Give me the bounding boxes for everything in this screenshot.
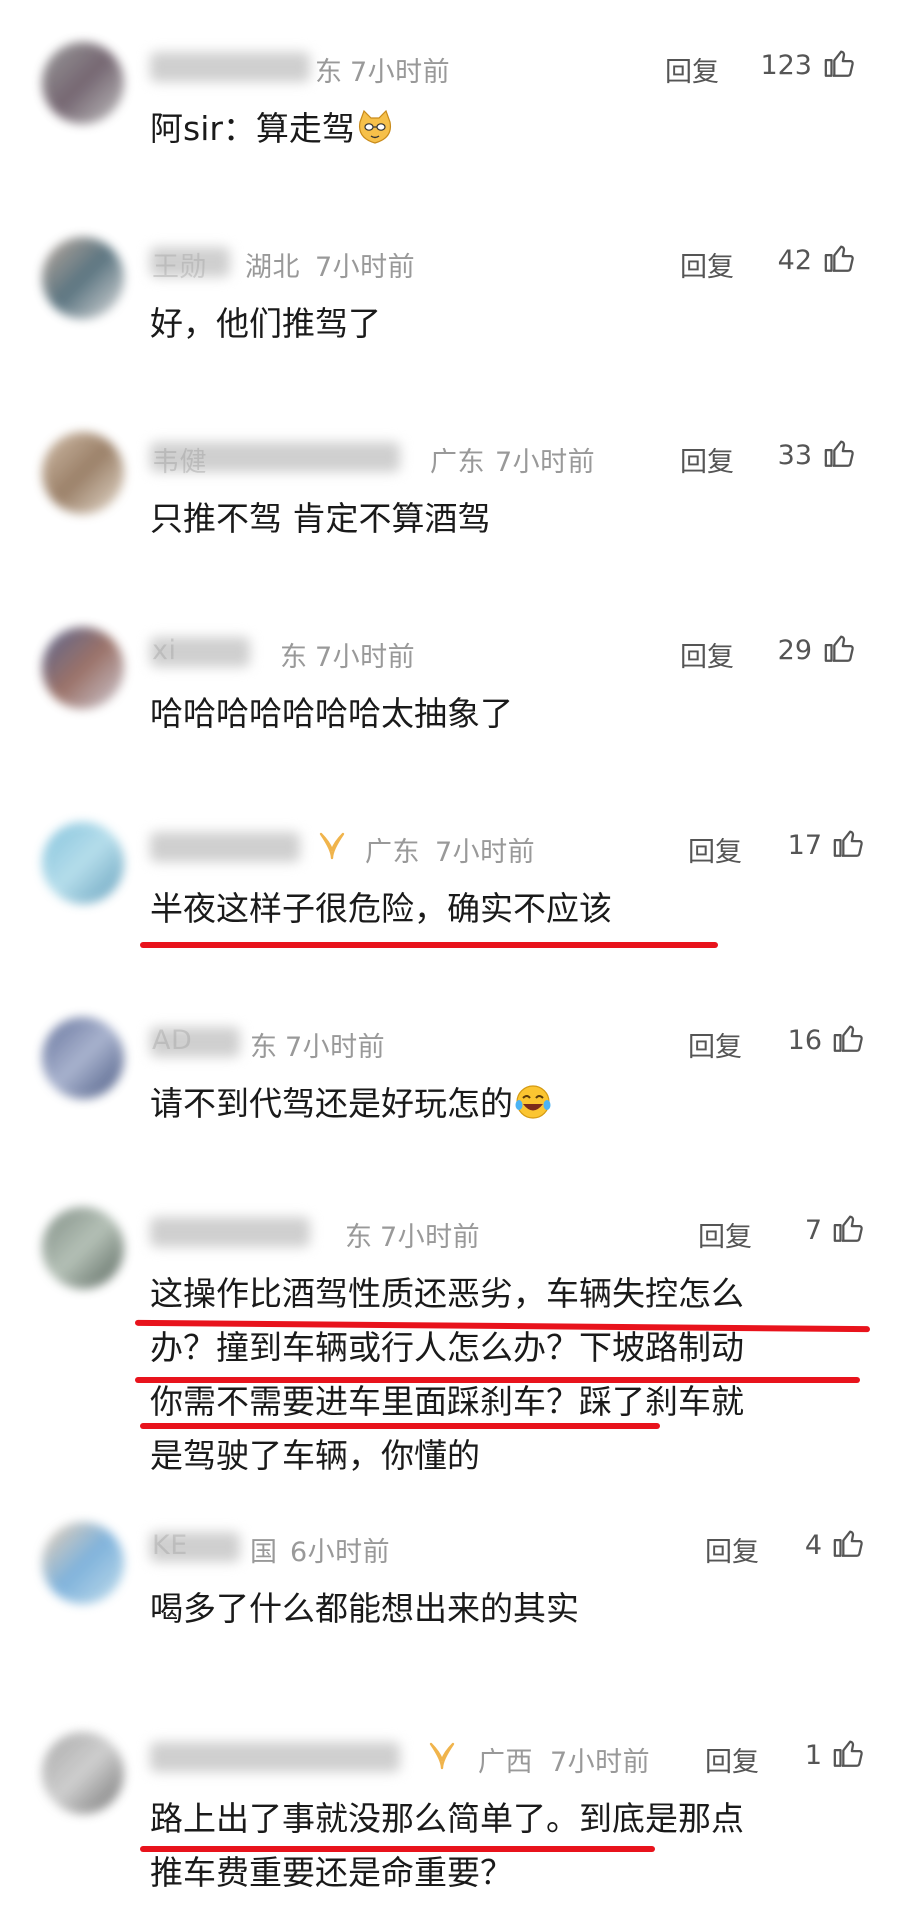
comment-item: AD 东 7小时前 回复 16 请不到代驾还是好玩怎的 — [0, 1005, 900, 1155]
reply-button[interactable]: 回复 — [705, 1740, 759, 1779]
comment-item: 东 7小时前 回复 7 这操作比酒驾性质还恶劣，车辆失控怎么 办？撞到车辆或行人… — [0, 1195, 900, 1495]
vip-badge-icon — [319, 832, 345, 860]
comment-time: 7小时前 — [350, 57, 451, 88]
comment-text-line: 是驾驶了车辆，你懂的 — [150, 1436, 480, 1475]
avatar[interactable] — [42, 237, 124, 319]
laughing-tears-emoji-icon — [513, 1083, 553, 1137]
comment-text-line: 你需不需要进车里面踩刹车？踩了刹车就 — [150, 1382, 744, 1421]
comment-region: 国 — [250, 1537, 278, 1568]
comment-item: xi 东 7小时前 回复 29 哈哈哈哈哈哈哈太抽象了 — [0, 615, 900, 765]
reply-button[interactable]: 回复 — [680, 245, 734, 284]
avatar[interactable] — [42, 42, 124, 124]
comment-text: 哈哈哈哈哈哈哈太抽象了 — [150, 694, 513, 733]
like-count: 123 — [760, 50, 812, 81]
like-count: 4 — [804, 1530, 822, 1561]
reply-button[interactable]: 回复 — [665, 50, 719, 89]
comment-region: 广东 — [430, 447, 485, 478]
avatar[interactable] — [42, 822, 124, 904]
reply-button[interactable]: 回复 — [688, 830, 742, 869]
username-blurred[interactable] — [150, 832, 300, 862]
red-underline-mark — [140, 1846, 655, 1852]
comment-name-part: xi — [152, 635, 177, 666]
thumbs-up-icon[interactable] — [832, 1736, 866, 1770]
comment-name-part: KE — [152, 1530, 188, 1561]
comment-region: 湖北 — [245, 252, 300, 283]
comment-time: 7小时前 — [495, 447, 596, 478]
comment-text: 请不到代驾还是好玩怎的 — [150, 1077, 870, 1137]
like-count: 33 — [777, 440, 812, 471]
comment-time: 7小时前 — [315, 642, 416, 673]
cat-emoji-icon — [355, 108, 395, 162]
comment-region: 东 — [345, 1222, 373, 1253]
reply-button[interactable]: 回复 — [680, 440, 734, 479]
reply-button[interactable]: 回复 — [698, 1215, 752, 1254]
comment-region: 广东 — [365, 837, 420, 868]
avatar[interactable] — [42, 627, 124, 709]
comment-name-part: 韦健 — [152, 447, 207, 478]
comment-time: 7小时前 — [550, 1747, 651, 1778]
comment-region: 广西 — [478, 1747, 533, 1778]
comment-name-part: 王勋 — [152, 252, 207, 283]
avatar[interactable] — [42, 1207, 124, 1289]
thumbs-up-icon[interactable] — [832, 1021, 866, 1055]
comment-name-part: AD — [152, 1025, 193, 1056]
comment-text-line: 推车费重要还是命重要？ — [150, 1853, 513, 1892]
comment-text: 半夜这样子很危险，确实不应该 — [150, 889, 612, 928]
avatar[interactable] — [42, 432, 124, 514]
comment-text: 只推不驾 肯定不算酒驾 — [150, 499, 491, 538]
thumbs-up-icon[interactable] — [832, 826, 866, 860]
comment-region: 东 — [250, 1032, 278, 1063]
thumbs-up-icon[interactable] — [823, 436, 857, 470]
comment-item: 广东 7小时前 回复 17 半夜这样子很危险，确实不应该 — [0, 810, 900, 960]
thumbs-up-icon[interactable] — [823, 631, 857, 665]
like-count: 17 — [787, 830, 822, 861]
comment-item: 东 7小时前 回复 123 阿sir：算走驾 — [0, 30, 900, 180]
username-blurred[interactable] — [150, 1217, 310, 1247]
comment-time: 7小时前 — [435, 837, 536, 868]
reply-button[interactable]: 回复 — [688, 1025, 742, 1064]
comment-item: 王勋 湖北 7小时前 回复 42 好，他们推驾了 — [0, 225, 900, 375]
comment-text: 这操作比酒驾性质还恶劣，车辆失控怎么 办？撞到车辆或行人怎么办？下坡路制动 你需… — [150, 1267, 870, 1483]
thumbs-up-icon[interactable] — [832, 1211, 866, 1245]
username-blurred[interactable] — [150, 1742, 400, 1772]
red-underline-mark — [140, 942, 718, 948]
comment-item: 广西 7小时前 回复 1 路上出了事就没那么简单了。到底是那点 推车费重要还是命… — [0, 1720, 900, 1910]
comment-item: KE 国 6小时前 回复 4 喝多了什么都能想出来的其实 — [0, 1510, 900, 1660]
comment-text: 好，他们推驾了 — [150, 304, 381, 343]
like-count: 29 — [777, 635, 812, 666]
like-count: 7 — [804, 1215, 822, 1246]
comment-region: 东 — [315, 57, 343, 88]
comment-text: 阿sir：算走驾 — [150, 102, 870, 162]
like-count: 16 — [787, 1025, 822, 1056]
red-underline-mark — [135, 1377, 860, 1383]
avatar[interactable] — [42, 1522, 124, 1604]
avatar[interactable] — [42, 1017, 124, 1099]
red-underline-mark — [140, 1423, 660, 1429]
comment-time: 6小时前 — [290, 1537, 391, 1568]
thumbs-up-icon[interactable] — [832, 1526, 866, 1560]
comment-text: 喝多了什么都能想出来的其实 — [150, 1589, 579, 1628]
comment-text-line: 路上出了事就没那么简单了。到底是那点 — [150, 1799, 744, 1838]
comment-text-line: 这操作比酒驾性质还恶劣，车辆失控怎么 — [150, 1274, 744, 1313]
reply-button[interactable]: 回复 — [680, 635, 734, 674]
comment-time: 7小时前 — [315, 252, 416, 283]
comment-item: 韦健 广东 7小时前 回复 33 只推不驾 肯定不算酒驾 — [0, 420, 900, 570]
like-count: 1 — [804, 1740, 822, 1771]
like-count: 42 — [777, 245, 812, 276]
username-blurred[interactable] — [150, 52, 310, 82]
comment-time: 7小时前 — [285, 1032, 386, 1063]
thumbs-up-icon[interactable] — [823, 46, 857, 80]
reply-button[interactable]: 回复 — [705, 1530, 759, 1569]
avatar[interactable] — [42, 1732, 124, 1814]
thumbs-up-icon[interactable] — [823, 241, 857, 275]
comment-time: 7小时前 — [380, 1222, 481, 1253]
vip-badge-icon — [429, 1742, 455, 1770]
comment-region: 东 — [280, 642, 308, 673]
